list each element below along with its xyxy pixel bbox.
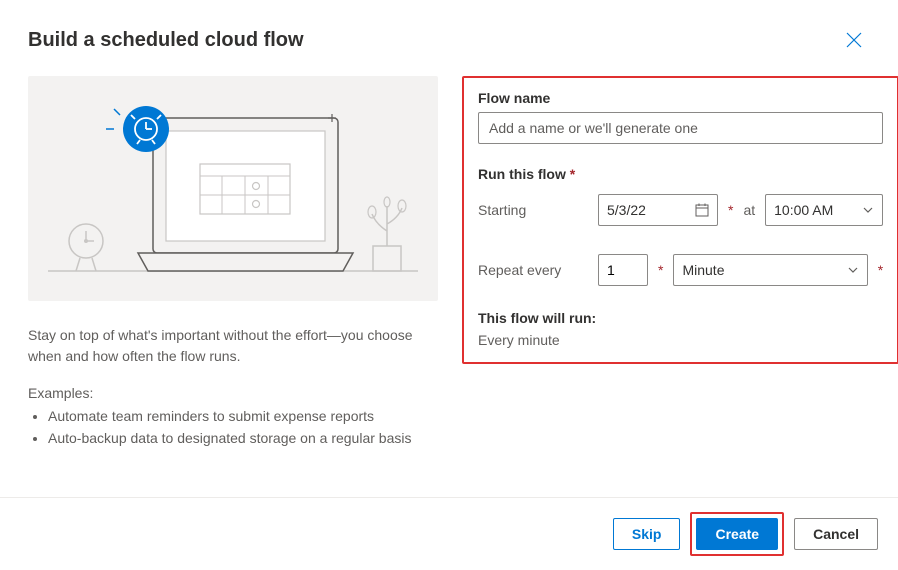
- form-panel: Flow name Run this flow * Starting 5/3/2…: [462, 76, 898, 364]
- dialog-description: Stay on top of what's important without …: [28, 325, 438, 367]
- starting-time-input[interactable]: 10:00 AM: [765, 194, 883, 226]
- illustration: [28, 76, 438, 301]
- starting-date-input[interactable]: 5/3/22: [598, 194, 718, 226]
- starting-time-value: 10:00 AM: [774, 202, 833, 218]
- cancel-button[interactable]: Cancel: [794, 518, 878, 550]
- calendar-icon: [695, 203, 709, 217]
- example-item: Auto-backup data to designated storage o…: [48, 427, 438, 449]
- create-button-highlight: Create: [690, 512, 784, 556]
- dialog-title: Build a scheduled cloud flow: [28, 29, 304, 52]
- run-this-flow-label: Run this flow *: [478, 166, 883, 182]
- create-button[interactable]: Create: [696, 518, 778, 550]
- repeat-every-label: Repeat every: [478, 262, 588, 278]
- examples-label: Examples:: [28, 385, 438, 401]
- repeat-value-input[interactable]: [598, 254, 648, 286]
- dialog-footer: Skip Create Cancel: [0, 497, 898, 570]
- required-asterisk: *: [658, 262, 663, 278]
- example-item: Automate team reminders to submit expens…: [48, 405, 438, 427]
- starting-label: Starting: [478, 202, 588, 218]
- required-asterisk: *: [878, 262, 883, 278]
- flow-name-input[interactable]: [478, 112, 883, 144]
- run-summary-label: This flow will run:: [478, 310, 883, 326]
- repeat-unit-value: Minute: [682, 262, 724, 278]
- close-button[interactable]: [838, 24, 870, 56]
- examples-list: Automate team reminders to submit expens…: [28, 405, 438, 450]
- flow-name-label: Flow name: [478, 90, 883, 106]
- run-summary-text: Every minute: [478, 332, 883, 348]
- required-asterisk: *: [728, 202, 733, 218]
- close-icon: [846, 32, 862, 48]
- at-label: at: [743, 202, 755, 218]
- starting-date-value: 5/3/22: [607, 202, 646, 218]
- chevron-down-icon: [862, 204, 874, 216]
- skip-button[interactable]: Skip: [613, 518, 681, 550]
- chevron-down-icon: [847, 264, 859, 276]
- repeat-unit-select[interactable]: Minute: [673, 254, 867, 286]
